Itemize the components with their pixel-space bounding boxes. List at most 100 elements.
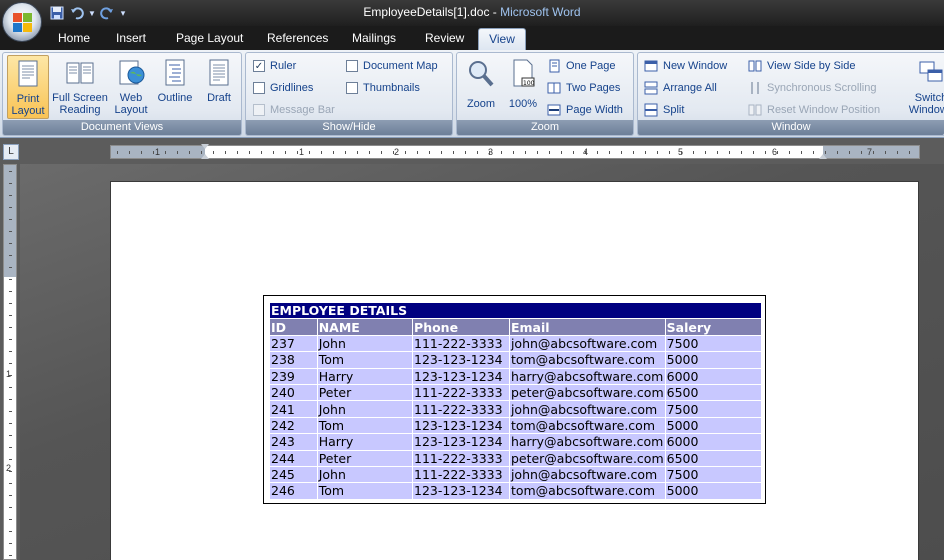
zoom-button[interactable]: Zoom [461, 55, 501, 119]
one-page-button[interactable]: One Page [547, 57, 616, 75]
cell-email: harry@abcsoftware.com [509, 368, 665, 384]
tab-insert[interactable]: Insert [108, 28, 154, 50]
vruler-tick [9, 207, 12, 208]
table-row: 243 Harry 123-123-1234 harry@abcsoftware… [270, 434, 761, 450]
switch-windows-button[interactable]: Switch Windows [906, 55, 944, 119]
cell-id: 245 [270, 466, 317, 483]
ruler-tick [345, 151, 346, 154]
cell-salary: 5000 [665, 483, 761, 499]
ruler-tick [237, 151, 238, 154]
cell-email: peter@abcsoftware.com [509, 384, 665, 401]
ruler-tick [717, 151, 718, 154]
message-bar-checkbox [253, 104, 265, 116]
two-pages-button[interactable]: Two Pages [547, 79, 620, 97]
thumbnails-checkbox-row[interactable]: Thumbnails [346, 79, 420, 97]
vruler-tick [9, 315, 12, 316]
vruler-tick [9, 195, 12, 196]
outline-button[interactable]: Outline [153, 55, 197, 119]
document-map-checkbox[interactable] [346, 60, 358, 72]
ruler-tick [489, 151, 490, 154]
cell-id: 237 [270, 335, 317, 352]
zoom-100-icon: 100 [508, 58, 538, 88]
cell-name: Tom [317, 483, 413, 499]
reset-window-position-button: Reset Window Position [748, 101, 880, 119]
ruler-tick [897, 151, 898, 154]
print-layout-button[interactable]: Print Layout [7, 55, 49, 119]
new-window-label: New Window [663, 60, 728, 72]
print-layout-label-2: Layout [11, 105, 45, 117]
ruler-checkbox[interactable]: ✓ [253, 60, 265, 72]
ruler-tick [369, 151, 370, 154]
tab-selector-button[interactable]: L [3, 144, 19, 160]
ruler-tick [789, 151, 790, 154]
cell-phone: 123-123-1234 [413, 483, 509, 499]
vruler-tick [9, 327, 12, 328]
zoom-group: Zoom 100 100% One Page Two Pages Page Wi… [456, 52, 634, 136]
tab-view[interactable]: View [478, 28, 526, 50]
vruler-tick [9, 291, 12, 292]
ruler-tick [633, 151, 634, 154]
gridlines-label: Gridlines [270, 82, 314, 94]
ruler-checkbox-row[interactable]: ✓ Ruler [253, 57, 296, 75]
page-width-button[interactable]: Page Width [547, 101, 623, 119]
zoom-100-button[interactable]: 100 100% [505, 55, 541, 119]
table-row: 245 John 111-222-3333 john@abcsoftware.c… [270, 466, 761, 483]
gridlines-checkbox[interactable] [253, 82, 265, 94]
ruler-tick [357, 151, 358, 154]
ruler-tick [825, 151, 826, 154]
cell-email: harry@abcsoftware.com [509, 434, 665, 450]
right-indent-marker[interactable] [819, 154, 827, 159]
ruler-tick [153, 151, 154, 154]
tab-page-layout[interactable]: Page Layout [168, 28, 251, 50]
ribbon-tabs: Home Insert Page Layout References Maili… [0, 26, 944, 50]
office-button[interactable] [2, 2, 42, 42]
tab-review[interactable]: Review [417, 28, 472, 50]
hanging-indent-marker[interactable] [201, 154, 209, 159]
ruler-tick [513, 151, 514, 154]
message-bar-label: Message Bar [270, 104, 335, 116]
vruler-tick [9, 459, 12, 460]
split-icon [644, 103, 658, 117]
tab-references[interactable]: References [259, 28, 336, 50]
ruler-tick [705, 151, 706, 154]
header-phone: Phone [413, 319, 509, 335]
arrange-all-label: Arrange All [663, 82, 717, 94]
first-line-indent-marker[interactable] [201, 144, 209, 149]
synchronous-scrolling-icon [748, 81, 762, 95]
tab-home[interactable]: Home [50, 28, 98, 50]
vertical-ruler[interactable]: 1 2 [3, 164, 17, 560]
employee-table-frame: EMPLOYEE DETAILS ID NAME Phone Email Sal… [263, 295, 766, 504]
ruler-num: 1 [299, 147, 305, 157]
split-label: Split [663, 104, 685, 116]
cell-salary: 7500 [665, 401, 761, 417]
cell-salary: 7500 [665, 335, 761, 352]
tab-mailings[interactable]: Mailings [344, 28, 404, 50]
view-side-by-side-button[interactable]: View Side by Side [748, 57, 855, 75]
thumbnails-label: Thumbnails [363, 82, 420, 94]
new-window-button[interactable]: New Window [644, 57, 727, 75]
ruler-tick [177, 151, 178, 154]
cell-id: 243 [270, 434, 317, 450]
vruler-tick [9, 303, 12, 304]
arrange-all-button[interactable]: Arrange All [644, 79, 717, 97]
cell-salary: 5000 [665, 352, 761, 368]
arrange-all-icon [644, 81, 658, 95]
ruler-tick [261, 151, 262, 154]
vruler-tick [9, 255, 12, 256]
horizontal-ruler[interactable]: 1 1 2 3 4 5 6 7 [110, 144, 920, 159]
gridlines-checkbox-row[interactable]: Gridlines [253, 79, 313, 97]
web-layout-button[interactable]: Web Layout [111, 55, 151, 119]
document-map-checkbox-row[interactable]: Document Map [346, 57, 438, 75]
full-screen-reading-button[interactable]: Full Screen Reading [51, 55, 109, 119]
ruler-tick [525, 151, 526, 154]
switch-windows-label-1: Switch [914, 92, 944, 104]
new-window-icon [644, 59, 658, 73]
document-map-label: Document Map [363, 60, 438, 72]
ruler-tick [777, 151, 778, 154]
draft-button[interactable]: Draft [199, 55, 239, 119]
switch-windows-label-2: Windows [908, 104, 944, 116]
two-pages-icon [547, 81, 561, 95]
ruler-tick [129, 151, 130, 154]
thumbnails-checkbox[interactable] [346, 82, 358, 94]
split-button[interactable]: Split [644, 101, 684, 119]
